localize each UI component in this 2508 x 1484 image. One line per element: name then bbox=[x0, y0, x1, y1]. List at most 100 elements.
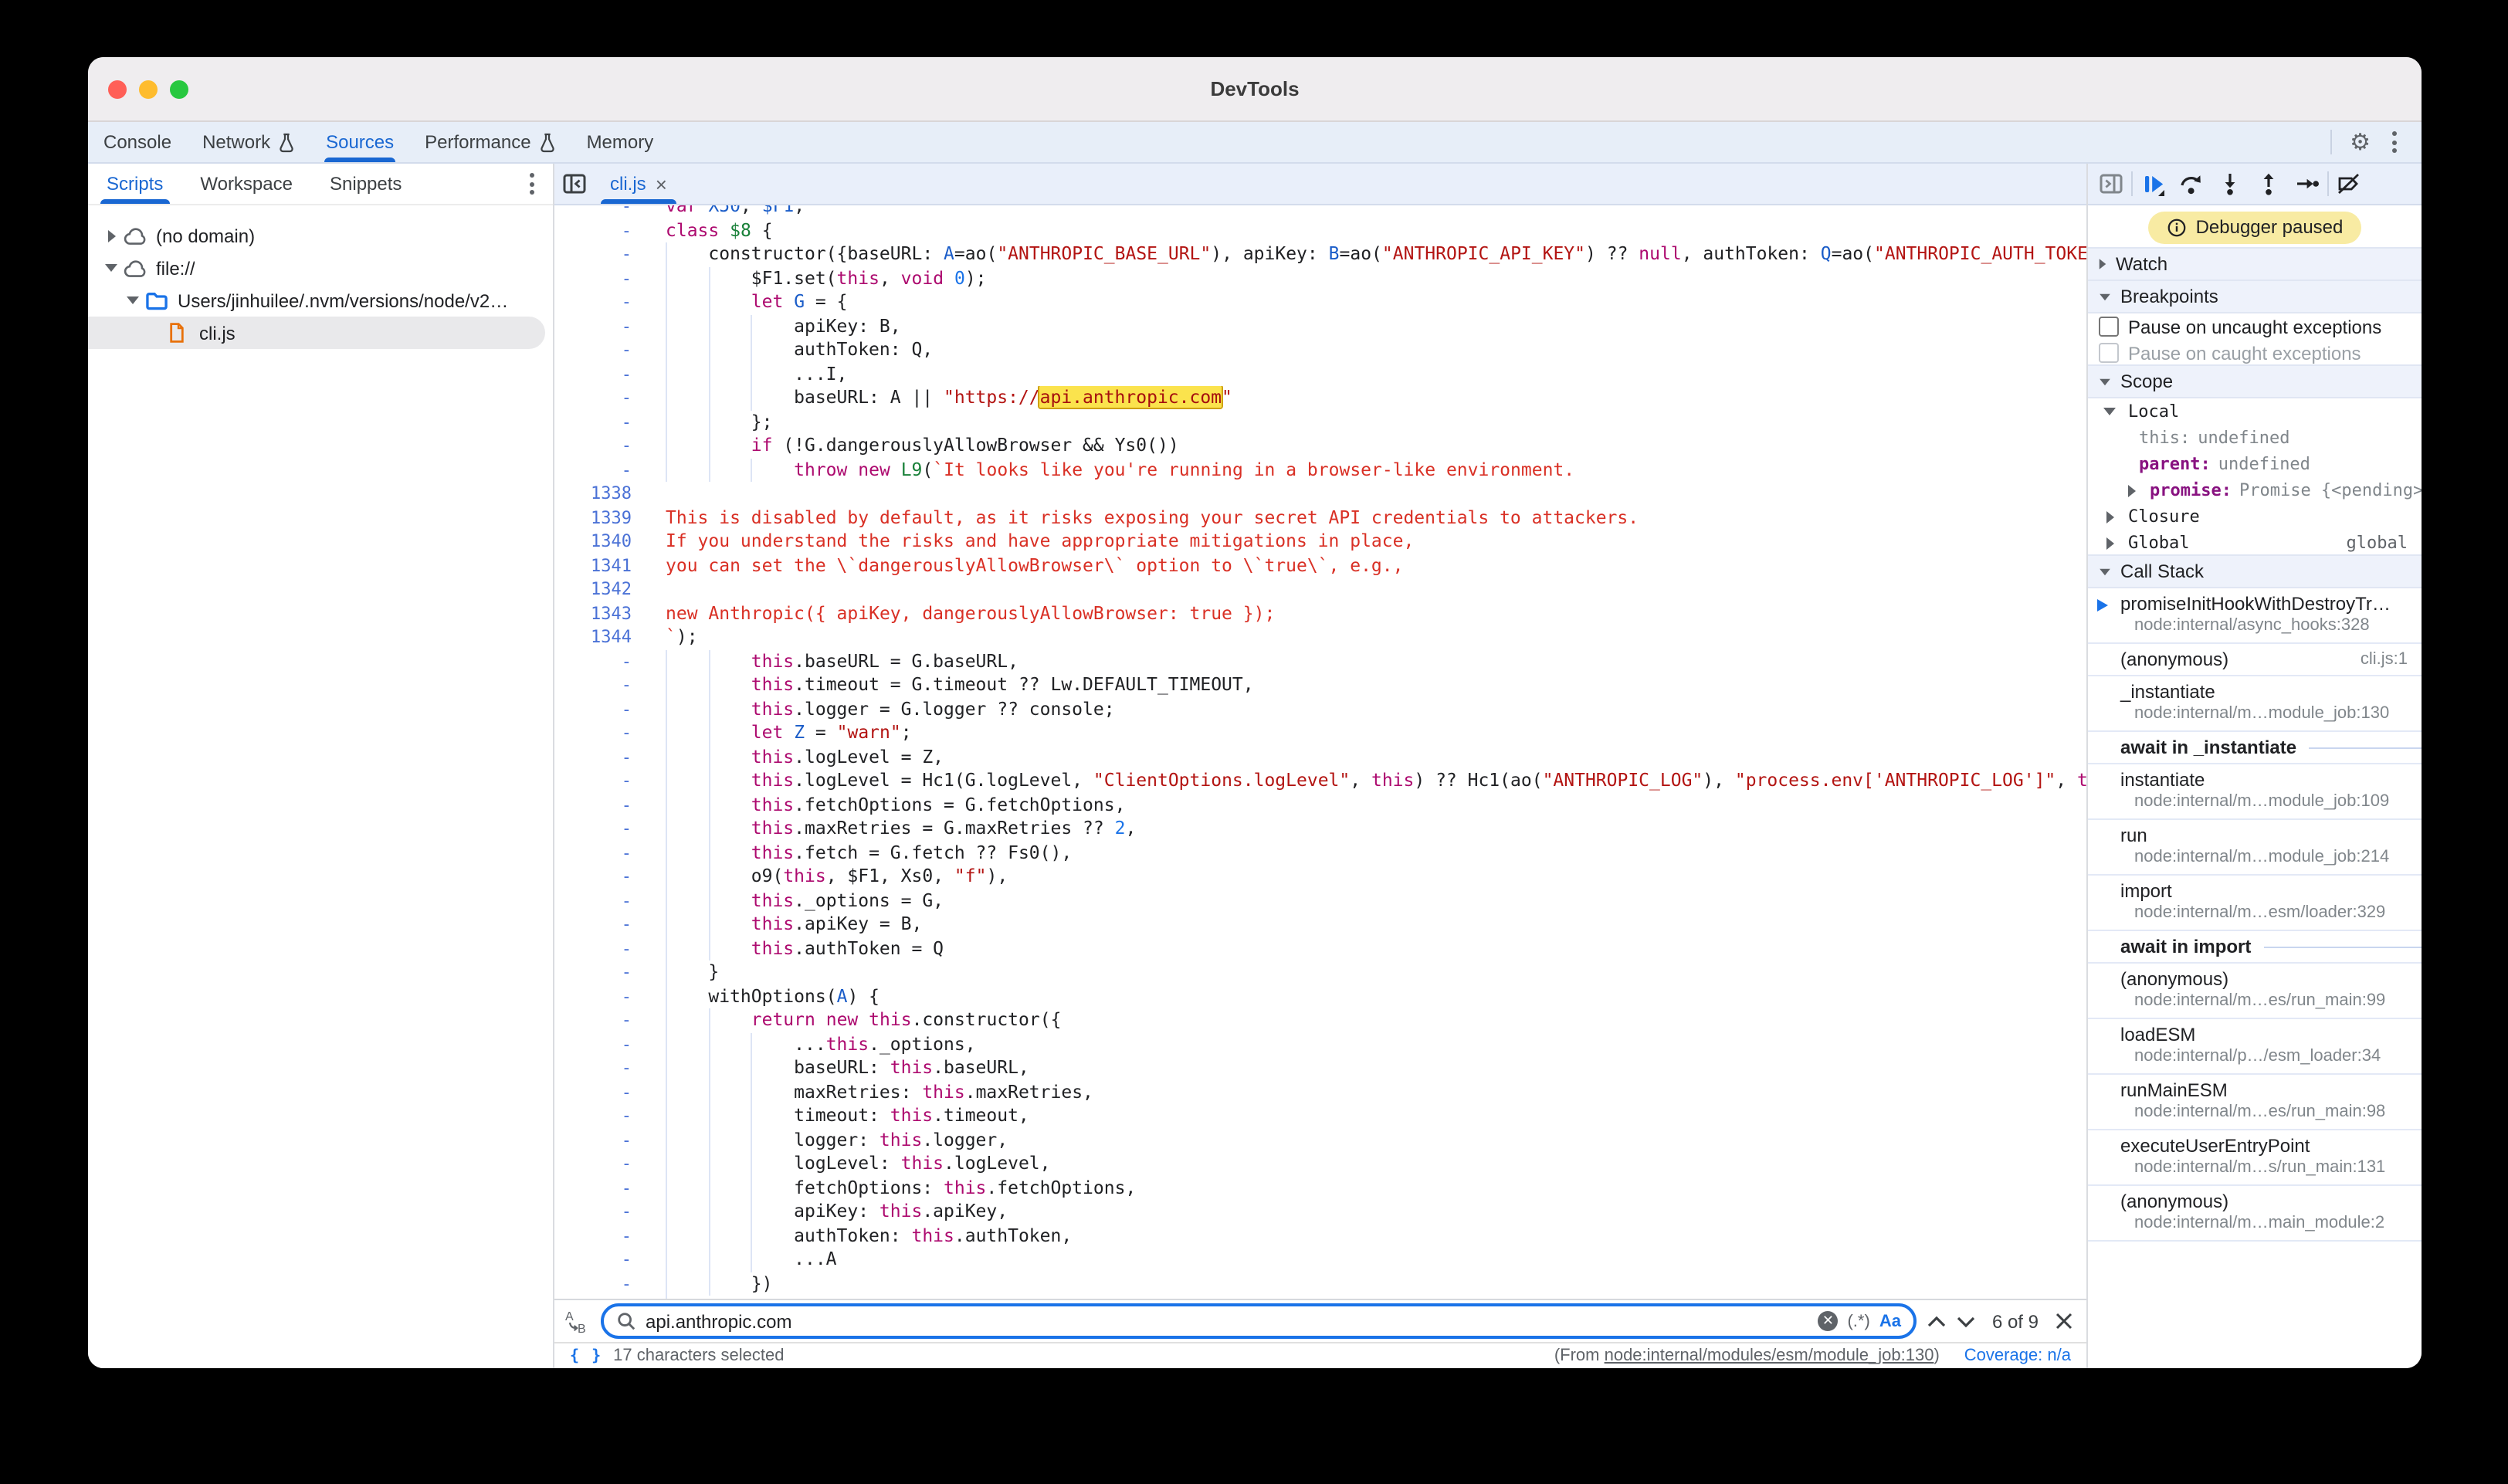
code-line[interactable]: -o9(this, $F1, Xs0, "f"), bbox=[554, 865, 2086, 889]
code-line[interactable]: -this._options = G, bbox=[554, 889, 2086, 913]
stack-frame-await[interactable]: await in _instantiate bbox=[2088, 732, 2422, 764]
tab-performance[interactable]: Performance bbox=[409, 122, 571, 162]
tab-console[interactable]: Console bbox=[88, 122, 187, 162]
line-number[interactable]: 1342 bbox=[554, 578, 653, 601]
scope-prop-this[interactable]: this:undefined bbox=[2088, 425, 2422, 451]
close-search-icon[interactable] bbox=[2056, 1313, 2072, 1330]
line-number[interactable]: - bbox=[554, 697, 653, 721]
line-number[interactable]: - bbox=[554, 793, 653, 817]
code-line[interactable]: -apiKey: B, bbox=[554, 314, 2086, 338]
regex-toggle[interactable]: (.*) bbox=[1847, 1312, 1869, 1330]
code-line[interactable]: -baseURL: A || "https://api.anthropic.co… bbox=[554, 386, 2086, 410]
clear-search-icon[interactable]: ✕ bbox=[1818, 1311, 1838, 1331]
stack-frame-executeuserentrypoint[interactable]: executeUserEntryPointnode:internal/m…s/r… bbox=[2088, 1130, 2422, 1186]
line-number[interactable]: 1339 bbox=[554, 506, 653, 530]
stack-frame-await[interactable]: await in import bbox=[2088, 931, 2422, 964]
code-line[interactable]: -baseURL: this.baseURL, bbox=[554, 1056, 2086, 1080]
line-number[interactable]: - bbox=[554, 721, 653, 745]
sidebar-tab-snippets[interactable]: Snippets bbox=[311, 164, 420, 204]
line-number[interactable]: - bbox=[554, 1152, 653, 1176]
line-number[interactable]: - bbox=[554, 290, 653, 314]
code-line[interactable]: -} bbox=[554, 961, 2086, 984]
coverage-link[interactable]: Coverage: n/a bbox=[1964, 1347, 2071, 1365]
tab-network[interactable]: Network bbox=[187, 122, 310, 162]
stack-frame-anonymous[interactable]: (anonymous)node:internal/m…main_module:2 bbox=[2088, 1186, 2422, 1242]
deactivate-breakpoints-icon[interactable] bbox=[2330, 167, 2367, 201]
line-number[interactable]: - bbox=[554, 1200, 653, 1224]
step-over-button[interactable] bbox=[2173, 167, 2210, 201]
more-options-icon[interactable] bbox=[2389, 128, 2400, 156]
line-number[interactable]: - bbox=[554, 889, 653, 913]
code-line[interactable]: 1338 bbox=[554, 482, 2086, 506]
step-out-button[interactable] bbox=[2250, 167, 2287, 201]
code-line[interactable]: -this.logger = G.logger ?? console; bbox=[554, 697, 2086, 721]
scope-global[interactable]: Globalglobal bbox=[2088, 530, 2422, 556]
code-line[interactable]: -$F1.set(this, void 0); bbox=[554, 266, 2086, 290]
code-line[interactable]: -this.logLevel = Z, bbox=[554, 745, 2086, 769]
code-line[interactable]: -var X50, $F1; bbox=[554, 205, 2086, 219]
pause-on-caught-row[interactable]: Pause on caught exceptions bbox=[2088, 340, 2422, 366]
section-scope[interactable]: Scope bbox=[2088, 364, 2422, 398]
code-line[interactable]: -constructor({baseURL: A=ao("ANTHROPIC_B… bbox=[554, 242, 2086, 266]
collapse-navigator-icon[interactable] bbox=[554, 164, 595, 204]
settings-gear-icon[interactable]: ⚙ bbox=[2350, 130, 2371, 154]
stack-frame-runmainesm[interactable]: runMainESMnode:internal/m…es/run_main:98 bbox=[2088, 1075, 2422, 1130]
code-line[interactable]: -if (!G.dangerouslyAllowBrowser && Ys0()… bbox=[554, 434, 2086, 458]
line-number[interactable]: 1340 bbox=[554, 530, 653, 554]
code-line[interactable]: -this.fetch = G.fetch ?? Fs0(), bbox=[554, 841, 2086, 865]
search-input[interactable]: api.anthropic.com ✕ (.*) Aa bbox=[601, 1303, 1917, 1339]
code-line[interactable]: -class $8 { bbox=[554, 219, 2086, 242]
line-number[interactable]: - bbox=[554, 1080, 653, 1104]
line-number[interactable]: - bbox=[554, 841, 653, 865]
line-number[interactable]: - bbox=[554, 219, 653, 242]
stack-frame-instantiate[interactable]: instantiatenode:internal/m…module_job:10… bbox=[2088, 764, 2422, 820]
line-number[interactable]: - bbox=[554, 1008, 653, 1032]
code-line[interactable]: -this.logLevel = Hc1(G.logLevel, "Client… bbox=[554, 769, 2086, 793]
section-breakpoints[interactable]: Breakpoints bbox=[2088, 280, 2422, 313]
sidebar-tab-scripts[interactable]: Scripts bbox=[88, 164, 181, 204]
line-number[interactable]: - bbox=[554, 242, 653, 266]
source-map-link[interactable]: node:internal/modules/esm/module_job:130 bbox=[1605, 1347, 1934, 1365]
line-number[interactable]: - bbox=[554, 1272, 653, 1296]
checkbox-caught[interactable] bbox=[2099, 343, 2119, 363]
line-number[interactable]: - bbox=[554, 434, 653, 458]
code-line[interactable]: -this.timeout = G.timeout ?? Lw.DEFAULT_… bbox=[554, 673, 2086, 697]
line-number[interactable]: - bbox=[554, 769, 653, 793]
line-number[interactable]: - bbox=[554, 673, 653, 697]
stack-frame-anonymous[interactable]: (anonymous)cli.js:1 bbox=[2088, 644, 2422, 676]
code-line[interactable]: -this.fetchOptions = G.fetchOptions, bbox=[554, 793, 2086, 817]
next-match-icon[interactable] bbox=[1957, 1315, 1975, 1327]
scope-prop-promise[interactable]: promise:Promise {<pending>} bbox=[2088, 477, 2422, 503]
code-line[interactable]: -...I, bbox=[554, 362, 2086, 386]
line-number[interactable]: - bbox=[554, 266, 653, 290]
line-number[interactable]: - bbox=[554, 1248, 653, 1272]
line-number[interactable]: - bbox=[554, 1224, 653, 1248]
code-line[interactable]: -let Z = "warn"; bbox=[554, 721, 2086, 745]
code-line[interactable]: 1342 bbox=[554, 578, 2086, 601]
code-editor[interactable]: -var X50, $F1;-class $8 {-constructor({b… bbox=[554, 205, 2086, 1299]
code-line[interactable]: -fetchOptions: this.fetchOptions, bbox=[554, 1176, 2086, 1200]
step-button[interactable] bbox=[2289, 167, 2326, 201]
code-line[interactable]: 1341you can set the \`dangerouslyAllowBr… bbox=[554, 554, 2086, 578]
pretty-print-icon[interactable]: { } bbox=[570, 1347, 602, 1364]
line-number[interactable]: - bbox=[554, 1128, 653, 1152]
line-number[interactable]: - bbox=[554, 338, 653, 362]
section-call-stack[interactable]: Call Stack bbox=[2088, 554, 2422, 588]
code-line[interactable]: -this.apiKey = B, bbox=[554, 913, 2086, 937]
line-number[interactable]: - bbox=[554, 362, 653, 386]
close-tab-icon[interactable]: × bbox=[656, 174, 667, 194]
sidebar-tab-workspace[interactable]: Workspace bbox=[181, 164, 311, 204]
resume-script-button[interactable] bbox=[2134, 167, 2171, 201]
line-number[interactable]: - bbox=[554, 745, 653, 769]
code-line[interactable]: 1340If you understand the risks and have… bbox=[554, 530, 2086, 554]
tab-sources[interactable]: Sources bbox=[310, 122, 409, 162]
line-number[interactable]: - bbox=[554, 937, 653, 961]
line-number[interactable]: - bbox=[554, 961, 653, 984]
stack-frame-import[interactable]: importnode:internal/m…esm/loader:329 bbox=[2088, 876, 2422, 931]
line-number[interactable]: - bbox=[554, 1032, 653, 1056]
section-watch[interactable]: Watch bbox=[2088, 247, 2422, 281]
match-case-toggle[interactable]: Aa bbox=[1879, 1312, 1901, 1330]
line-number[interactable]: 1344 bbox=[554, 625, 653, 649]
code-line[interactable]: -this.maxRetries = G.maxRetries ?? 2, bbox=[554, 817, 2086, 841]
stack-frame-instantiate[interactable]: _instantiatenode:internal/m…module_job:1… bbox=[2088, 676, 2422, 732]
